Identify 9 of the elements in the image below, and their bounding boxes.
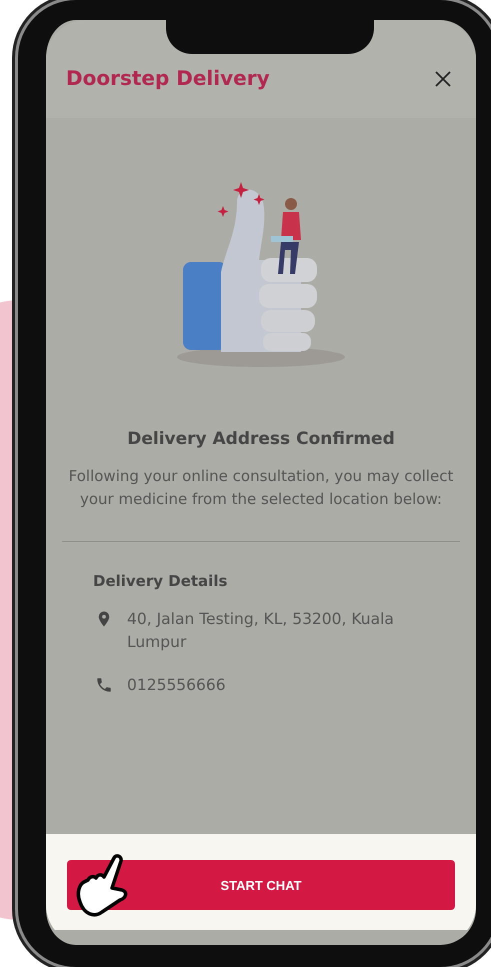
phone-icon <box>95 676 113 694</box>
section-title: Delivery Details <box>93 572 228 590</box>
start-chat-button[interactable]: START CHAT <box>67 860 455 910</box>
detail-text: 0125556666 <box>127 675 226 696</box>
detail-text: 40, Jalan Testing, KL, 53200, Kuala Lumpur <box>127 609 395 653</box>
confirmation-message: Following your online consultation, you may collect your medicine from the selected location below: <box>68 466 454 510</box>
close-icon[interactable] <box>434 70 452 88</box>
page-title: Doorstep Delivery <box>66 66 270 90</box>
confirmation-title: Delivery Address Confirmed <box>126 429 396 449</box>
